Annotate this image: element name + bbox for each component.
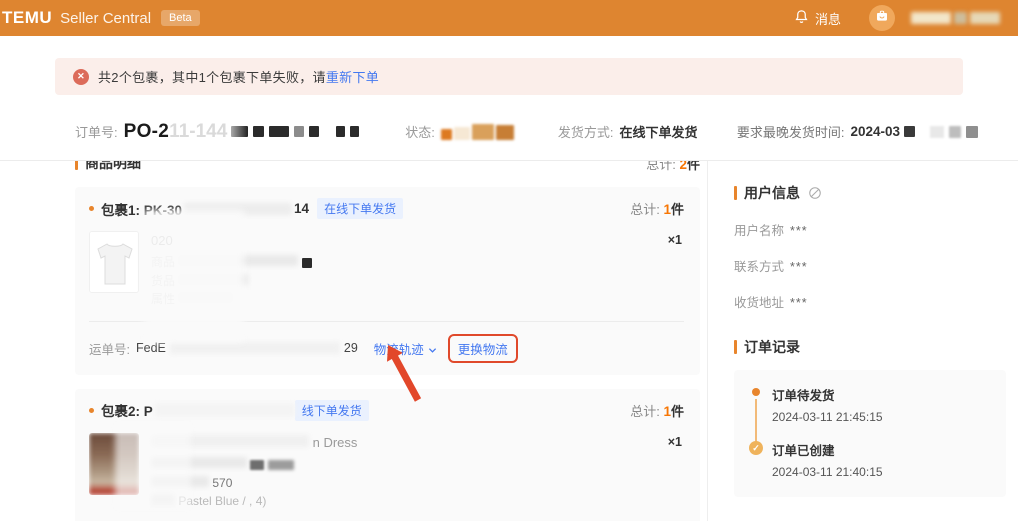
- package-2-card: 包裹2: P 线下单发货 总计: 1件 n Dress: [75, 389, 700, 521]
- shipping-method-group: 发货方式: 在线下单发货: [558, 122, 698, 141]
- order-number-faded: 11-144: [169, 121, 227, 143]
- timeline-check-icon: ✓: [749, 441, 763, 455]
- order-log-header: 订单记录: [734, 337, 1006, 357]
- product-2-title: n Dress: [313, 435, 358, 450]
- package-1-id-redacted: [184, 203, 292, 215]
- order-timeline: 订单待发货 2024-03-11 21:45:15 ✓ 订单已创建 2024-0…: [734, 370, 1006, 497]
- package-bullet-icon: [89, 408, 94, 413]
- section-accent-bar: [734, 186, 737, 200]
- products-section-title: 商品明细: [85, 161, 141, 173]
- messages-button[interactable]: 消息: [794, 9, 841, 28]
- product-2-quantity: ×1: [668, 435, 682, 449]
- bell-icon: [794, 9, 809, 27]
- user-info-title: 用户信息: [744, 183, 800, 203]
- app-name: Seller Central: [60, 10, 151, 27]
- order-sidebar: 用户信息 用户名称*** 联系方式*** 收货地址*** 订单记录 订单待发货 …: [707, 161, 1018, 521]
- error-alert-banner: ✕ 共2个包裹，其中1个包裹下单失败，请重新下单: [55, 58, 963, 95]
- avatar[interactable]: [869, 5, 895, 31]
- order-number-label: 订单号:: [75, 122, 118, 141]
- order-number-value: PO-2: [124, 121, 170, 143]
- waybill-redacted: [170, 342, 340, 354]
- product-2-sku: 570: [212, 476, 232, 490]
- shipping-method-value: 在线下单发货: [620, 122, 698, 141]
- package-bullet-icon: [89, 206, 94, 211]
- beta-badge: Beta: [161, 10, 200, 26]
- products-total-count: 2: [679, 161, 687, 172]
- product-2-attr: Pastel Blue / , 4): [178, 494, 266, 508]
- section-accent-bar: [75, 161, 78, 170]
- user-name-row: 用户名称***: [734, 220, 1006, 239]
- temu-logo: TEMU: [2, 8, 52, 28]
- change-logistics-button-1[interactable]: 更换物流: [458, 339, 508, 358]
- order-log-title: 订单记录: [744, 337, 800, 357]
- package-1-shipping-tag: 在线下单发货: [317, 198, 403, 219]
- section-accent-bar: [734, 340, 737, 354]
- shop-icon: [875, 9, 889, 28]
- ship-deadline-group: 要求最晚发货时间: 2024-03: [737, 122, 978, 141]
- annotation-arrow: [378, 342, 426, 404]
- products-section-header: 商品明细 总计: 2件: [75, 161, 700, 173]
- messages-label: 消息: [815, 9, 841, 28]
- user-contact-row: 联系方式***: [734, 256, 1006, 275]
- product-1-image: [89, 231, 139, 293]
- alert-text: 共2个包裹，其中1个包裹下单失败，请: [98, 67, 326, 86]
- product-1-quantity: ×1: [668, 233, 682, 247]
- order-number-group: 订单号: PO-211-144: [75, 121, 359, 143]
- ship-deadline-value: 2024-03: [850, 124, 900, 139]
- timeline-item-created: ✓ 订单已创建 2024-03-11 21:40:15: [750, 440, 994, 479]
- products-total: 总计: 2件: [646, 161, 700, 173]
- username-redacted: [911, 12, 1000, 24]
- package-2-shipping-tag: 线下单发货: [295, 400, 369, 421]
- top-navbar: TEMU Seller Central Beta 消息: [0, 0, 1018, 36]
- reorder-link[interactable]: 重新下单: [326, 67, 379, 86]
- package-2-total: 总计: 1件: [630, 401, 684, 420]
- order-status-label: 状态:: [405, 122, 435, 141]
- annotation-box: 更换物流: [448, 334, 518, 363]
- timeline-connector: [755, 399, 757, 443]
- order-number-redacted: [231, 126, 359, 137]
- package-1-name-suffix: 14: [294, 201, 309, 216]
- ship-deadline-label: 要求最晚发货时间:: [737, 122, 845, 141]
- privacy-eye-off-icon[interactable]: [808, 186, 822, 200]
- order-status-redacted: [441, 124, 514, 140]
- redaction-blur: [151, 217, 237, 335]
- redaction-blur: [121, 429, 185, 503]
- order-detail-main: 商品明细 总计: 2件 包裹1: PK-30 14 在线下单发货 总计: 1件: [0, 161, 707, 521]
- package-2-id-redacted: [155, 403, 295, 417]
- order-summary-bar: 订单号: PO-211-144 状态: 发货方式: 在线下单发货 要求最晚发货时…: [0, 103, 1018, 161]
- package-1-name: 包裹1: PK-30: [101, 199, 182, 219]
- chevron-down-icon: [428, 344, 436, 352]
- timeline-item-pending-ship: 订单待发货 2024-03-11 21:45:15: [750, 385, 994, 424]
- ship-deadline-redacted: [904, 126, 978, 138]
- shipping-method-label: 发货方式:: [558, 122, 614, 141]
- user-address-row: 收货地址***: [734, 292, 1006, 311]
- order-status-group: 状态:: [405, 122, 514, 141]
- waybill-carrier: FedE: [136, 341, 166, 355]
- package-1-total: 总计: 1件: [630, 199, 684, 218]
- user-info-header: 用户信息: [734, 183, 1006, 203]
- timeline-dot-icon: [752, 388, 760, 396]
- package-2-name: 包裹2: P: [101, 400, 153, 420]
- waybill-label: 运单号:: [89, 339, 130, 358]
- error-circle-icon: ✕: [73, 69, 89, 85]
- waybill-suffix: 29: [344, 341, 358, 355]
